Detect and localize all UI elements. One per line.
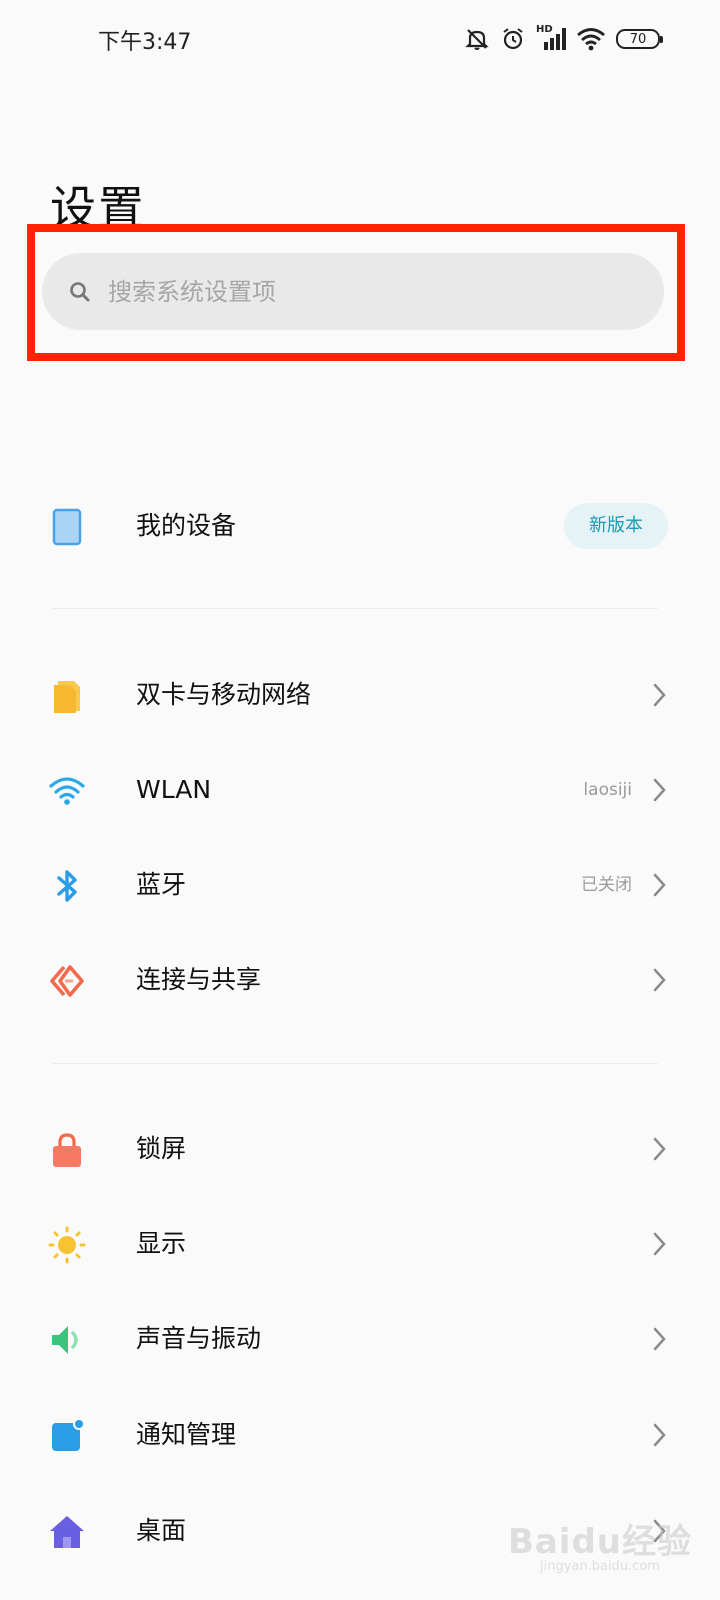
mute-bell-icon [464,26,490,52]
settings-item-label: 桌面 [136,1516,187,1545]
speaker-icon [48,1321,86,1359]
search-icon [68,280,92,308]
settings-item-dual-sim[interactable]: 双卡与移动网络 [0,650,720,740]
chevron-right-icon [652,1422,668,1452]
chevron-right-icon [652,1326,668,1356]
battery-level: 70 [629,31,647,47]
settings-item-label: 通知管理 [136,1420,237,1449]
settings-item-label: 双卡与移动网络 [136,680,312,709]
settings-item-sound-vibration[interactable]: 声音与振动 [0,1294,720,1384]
chevron-right-icon [652,1231,668,1261]
home-icon [48,1513,86,1551]
chevron-right-icon [652,967,668,997]
new-version-badge[interactable]: 新版本 [564,503,668,549]
search-bar[interactable] [42,253,664,330]
sim-card-icon [48,677,86,715]
settings-item-label: 锁屏 [136,1134,187,1163]
search-input[interactable] [108,253,628,330]
status-icons: HD 70 [464,24,663,54]
settings-item-my-device[interactable]: 我的设备 新版本 [0,481,720,571]
bluetooth-status: 已关闭 [581,875,632,895]
divider [52,1063,658,1064]
alarm-icon [500,26,526,52]
settings-item-label: WLAN [136,775,212,804]
chevron-right-icon [652,1136,668,1166]
baidu-watermark: Baidu经验 jingyan.baidu.com [508,1514,692,1574]
chevron-right-icon [652,872,668,902]
battery-icon: 70 [616,29,663,49]
settings-item-lock-screen[interactable]: 锁屏 [0,1104,720,1194]
settings-item-label: 蓝牙 [136,870,187,899]
wlan-network-name: laosiji [583,780,632,800]
settings-item-label: 声音与振动 [136,1324,262,1353]
chevron-right-icon [652,777,668,807]
lock-icon [48,1131,86,1169]
status-time: 下午3:47 [98,30,192,55]
settings-item-label: 我的设备 [136,511,237,540]
divider [52,608,658,609]
settings-item-display[interactable]: 显示 [0,1199,720,1289]
wifi-status-icon [576,26,606,52]
settings-item-wlan[interactable]: WLAN laosiji [0,745,720,835]
status-bar: 下午3:47 HD 70 [0,0,720,80]
signal-icon: HD [536,24,566,52]
sun-icon [48,1226,86,1264]
notification-icon [48,1417,86,1455]
bluetooth-icon [48,867,86,905]
settings-item-notifications[interactable]: 通知管理 [0,1390,720,1480]
settings-item-label: 显示 [136,1229,187,1258]
connection-share-icon [48,962,86,1000]
chevron-right-icon [652,682,668,712]
tablet-icon [48,508,86,546]
settings-item-label: 连接与共享 [136,965,262,994]
watermark-main: Baidu经验 [507,1522,692,1562]
settings-item-connection-share[interactable]: 连接与共享 [0,935,720,1025]
wifi-icon [48,772,86,810]
settings-item-bluetooth[interactable]: 蓝牙 已关闭 [0,840,720,930]
